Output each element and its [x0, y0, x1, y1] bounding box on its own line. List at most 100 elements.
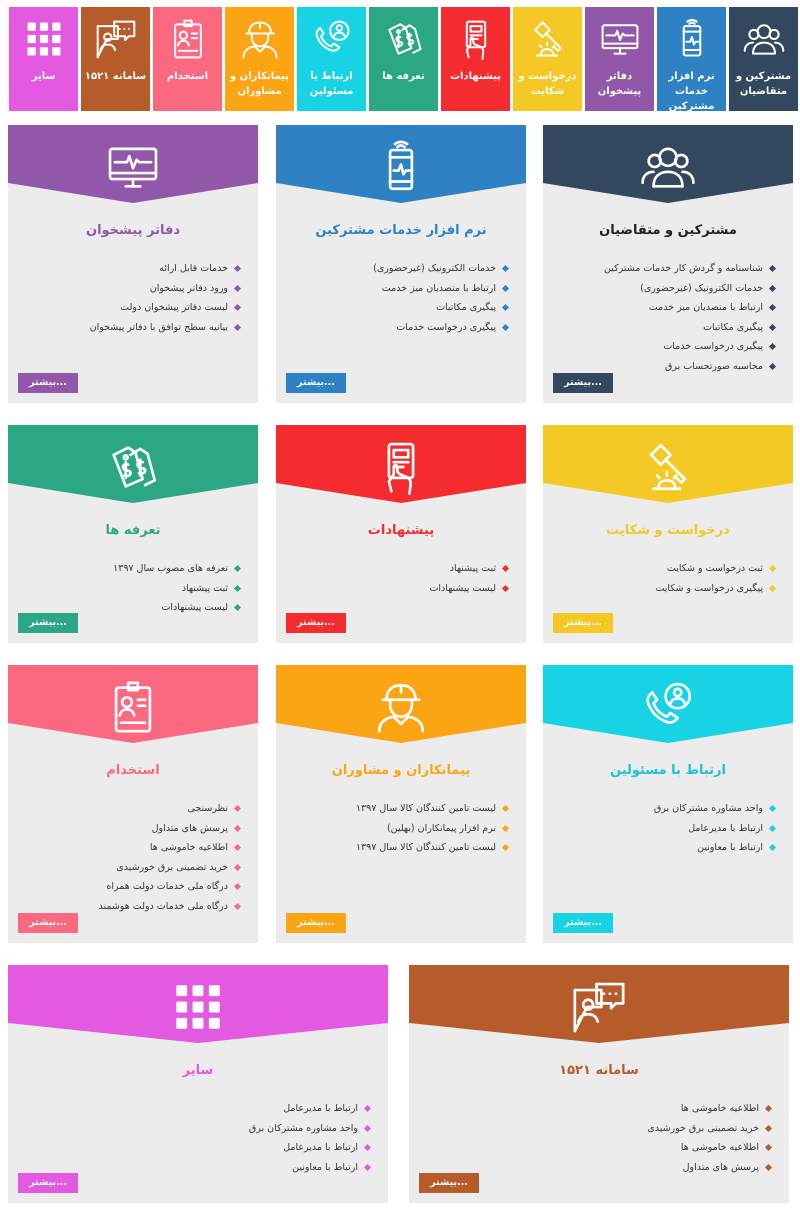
nav-tile-label: مشترکین و متقاضیان [735, 71, 792, 97]
card-link-list: ثبت درخواست و شکایت پیگیری درخواست و شکا… [543, 559, 793, 598]
card-link[interactable]: لیست تامین کنندگان کالا سال ۱۳۹۷ [286, 799, 510, 819]
card-link[interactable]: نرم افزار پیمانکاران (بهلین) [286, 819, 510, 839]
more-button[interactable]: بیشتر... [419, 1173, 479, 1193]
nav-tile-label: دفاتر پیشخوان [597, 71, 642, 97]
card-link[interactable]: پیگیری مکاتبات [286, 298, 510, 318]
card-tariffs: تعرفه ها تعرفه های مصوب سال ۱۳۹۷ ثبت پیش… [8, 425, 258, 643]
card-link[interactable]: خدمات قابل ارائه [18, 259, 242, 279]
mobile-pulse-icon [670, 17, 714, 61]
nav-tile-contact-officials[interactable]: ارتباط با مسئولین [297, 7, 366, 111]
more-button[interactable]: بیشتر... [286, 613, 346, 633]
card-title: سامانه ۱۵۲۱ [559, 1063, 639, 1078]
card-header [543, 125, 793, 203]
card-link[interactable]: پیگیری درخواست خدمات [553, 337, 777, 357]
card-link[interactable]: خدمات الکترونیک (غیرحضوری) [286, 259, 510, 279]
card-link[interactable]: ثبت پیشنهاد [286, 559, 510, 579]
card-link[interactable]: اطلاعیه خاموشی ها [18, 838, 242, 858]
card-header [8, 125, 258, 203]
more-button[interactable]: بیشتر... [286, 373, 346, 393]
card-other: سایر ارتباط با مدیرعامل واحد مشاوره مشتر… [8, 965, 388, 1203]
card-link[interactable]: ارتباط با مدیرعامل [18, 1099, 372, 1119]
nav-tile-customer-software[interactable]: نرم افزار خدمات مشترکین [657, 7, 726, 112]
hand-phone-icon [371, 437, 431, 497]
card-link[interactable]: بیانیه سطح توافق با دفاتر پیشخوان [18, 318, 242, 338]
phone-user-icon [310, 17, 354, 61]
nav-tile-label: سامانه ۱۵۲۱ [84, 71, 147, 82]
card-link[interactable]: پرسش های متداول [18, 819, 242, 839]
more-button[interactable]: بیشتر... [18, 373, 78, 393]
nav-tile-label: پیمانکاران و مشاوران [229, 71, 290, 97]
card-link-list: ثبت پیشنهاد لیست پیشنهادات [276, 559, 526, 598]
card-link[interactable]: ورود دفاتر پیشخوان [18, 279, 242, 299]
card-link[interactable]: ارتباط با معاونین [553, 838, 777, 858]
card-title: پیمانکاران و مشاوران [331, 763, 471, 778]
card-link[interactable]: ارتباط با مدیرعامل [553, 819, 777, 839]
card-link[interactable]: ارتباط با متصدیان میز خدمت [286, 279, 510, 299]
nav-tile-contractors[interactable]: پیمانکاران و مشاوران [225, 7, 294, 111]
nav-tile-tariffs[interactable]: تعرفه ها [369, 7, 438, 111]
more-button[interactable]: بیشتر... [18, 913, 78, 933]
card-title: تعرفه ها [105, 523, 161, 538]
card-link[interactable]: شناسنامه و گردش کار خدمات مشترکین [553, 259, 777, 279]
grid-icon [168, 977, 228, 1037]
card-link[interactable]: ارتباط با مدیرعامل [18, 1138, 372, 1158]
card-link[interactable]: خرید تضمینی برق خورشیدی [419, 1119, 773, 1139]
card-title: مشترکین و متقاضیان [599, 223, 737, 238]
more-button[interactable]: بیشتر... [553, 373, 613, 393]
card-link[interactable]: ارتباط با متصدیان میز خدمت [553, 298, 777, 318]
monitor-pulse-icon [598, 17, 642, 61]
card-link[interactable]: پیگیری درخواست و شکایت [553, 579, 777, 599]
card-header [543, 425, 793, 503]
hand-phone-icon [454, 17, 498, 61]
card-customers: مشترکین و متقاضیان شناسنامه و گردش کار خ… [543, 125, 793, 403]
card-link[interactable]: درگاه ملی خدمات دولت همراه [18, 877, 242, 897]
nav-tile-1521-system[interactable]: سامانه ۱۵۲۱ [81, 7, 150, 111]
card-link-list: خدمات الکترونیک (غیرحضوری) ارتباط با متص… [276, 259, 526, 337]
card-counter-offices: دفاتر پیشخوان خدمات قابل ارائه ورود دفات… [8, 125, 258, 403]
card-link[interactable]: تعرفه های مصوب سال ۱۳۹۷ [18, 559, 242, 579]
nav-tile-customers[interactable]: مشترکین و متقاضیان [729, 7, 798, 111]
card-header [8, 665, 258, 743]
card-link[interactable]: خرید تضمینی برق خورشیدی [18, 858, 242, 878]
card-link[interactable]: لیست تامین کنندگان کالا سال ۱۳۹۷ [286, 838, 510, 858]
card-link[interactable]: پیگیری مکاتبات [553, 318, 777, 338]
card-link[interactable]: لیست دفاتر پیشخوان دولت [18, 298, 242, 318]
nav-tile-suggestions[interactable]: پیشنهادات [441, 7, 510, 111]
users-icon [742, 17, 786, 61]
card-link-list: خدمات قابل ارائه ورود دفاتر پیشخوان لیست… [8, 259, 258, 337]
card-link[interactable]: پیگیری درخواست خدمات [286, 318, 510, 338]
card-header [543, 665, 793, 743]
gavel-icon [526, 17, 570, 61]
nav-tile-employment[interactable]: استخدام [153, 7, 222, 111]
nav-tile-label: تعرفه ها [382, 71, 425, 82]
nav-tile-counter-offices[interactable]: دفاتر پیشخوان [585, 7, 654, 111]
card-employment: استخدام نظرسنجی پرسش های متداول اطلاعیه … [8, 665, 258, 943]
card-link[interactable]: خدمات الکترونیک (غیرحضوری) [553, 279, 777, 299]
chat-user-icon [94, 17, 138, 61]
card-header [276, 665, 526, 743]
card-header [276, 425, 526, 503]
nav-tile-requests-complaints[interactable]: درخواست و شکایت [513, 7, 582, 111]
card-link[interactable]: اطلاعیه خاموشی ها [419, 1099, 773, 1119]
more-button[interactable]: بیشتر... [18, 1173, 78, 1193]
card-link-list: واحد مشاوره مشترکان برق ارتباط با مدیرعا… [543, 799, 793, 858]
card-link[interactable]: لیست پیشنهادات [286, 579, 510, 599]
card-link[interactable]: واحد مشاوره مشترکان برق [18, 1119, 372, 1139]
nav-tile-label: استخدام [166, 71, 209, 82]
more-button[interactable]: بیشتر... [18, 613, 78, 633]
more-button[interactable]: بیشتر... [553, 613, 613, 633]
more-button[interactable]: بیشتر... [286, 913, 346, 933]
card-title: نرم افزار خدمات مشترکین [315, 223, 487, 238]
more-button[interactable]: بیشتر... [553, 913, 613, 933]
id-card-icon [166, 17, 210, 61]
card-link[interactable]: اطلاعیه خاموشی ها [419, 1138, 773, 1158]
card-link[interactable]: ثبت درخواست و شکایت [553, 559, 777, 579]
nav-tile-other[interactable]: سایر [9, 7, 78, 111]
card-link[interactable]: واحد مشاوره مشترکان برق [553, 799, 777, 819]
chat-user-icon [569, 977, 629, 1037]
card-requests-complaints: درخواست و شکایت ثبت درخواست و شکایت پیگی… [543, 425, 793, 643]
card-link[interactable]: نظرسنجی [18, 799, 242, 819]
card-title: استخدام [106, 763, 160, 778]
nav-tile-label: سایر [31, 71, 56, 82]
card-link[interactable]: ثبت پیشنهاد [18, 579, 242, 599]
